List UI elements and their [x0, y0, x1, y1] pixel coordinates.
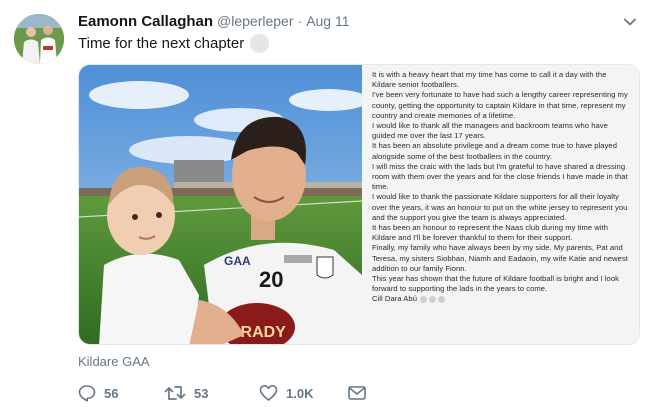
statement-paragraph: I will miss the craic with the lads but …	[372, 161, 628, 192]
like-button[interactable]: 1.0K	[259, 384, 313, 402]
jersey-number: 20	[259, 267, 283, 292]
author-avatar[interactable]	[14, 14, 64, 64]
separator-dot: ·	[297, 13, 303, 29]
message-button[interactable]	[347, 384, 367, 402]
reply-icon	[78, 385, 96, 402]
signoff-text: Cill Dara Abú	[372, 294, 417, 304]
statement-paragraph: Finally, my family who have always been …	[372, 243, 628, 273]
statement-paragraph: It is with a heavy heart that my time ha…	[372, 70, 607, 90]
emoji-dots-icon	[419, 294, 447, 304]
statement-paragraph: I've been very fortunate to have had suc…	[372, 90, 628, 120]
statement-text: It is with a heavy heart that my time ha…	[362, 65, 639, 344]
reply-button[interactable]: 56	[78, 384, 118, 402]
statement-paragraph: This year has shown that the future of K…	[372, 274, 619, 294]
author-handle[interactable]: @leperleper	[217, 13, 293, 29]
tweet-date[interactable]: Aug 11	[306, 13, 349, 29]
like-count: 1.0K	[286, 385, 314, 401]
tweet-header: Eamonn Callaghan @leperleper · Aug 11	[78, 13, 350, 30]
media-photo[interactable]: GAA 20 BRADY	[79, 65, 362, 344]
tweet-media[interactable]: GAA 20 BRADY It is with a heavy heart th…	[78, 64, 640, 345]
statement-paragraph: I would like to thank the passionate Kil…	[372, 192, 628, 222]
heart-icon	[259, 385, 278, 401]
statement-paragraph: It has been an absolute privilege and a …	[372, 141, 617, 161]
retweet-icon	[164, 386, 186, 400]
retweet-button[interactable]: 53	[164, 384, 208, 402]
reply-count: 56	[104, 385, 119, 401]
statement-paragraph: I would like to thank all the managers a…	[372, 121, 608, 141]
statement-paragraph: It has been an honour to represent the N…	[372, 223, 608, 243]
statement-signoff: Cill Dara Abú	[372, 294, 631, 304]
media-tag[interactable]: Kildare GAA	[78, 354, 150, 369]
envelope-icon	[348, 386, 366, 400]
retweet-count: 53	[194, 385, 209, 401]
jersey-brand: GAA	[224, 254, 251, 268]
chevron-down-icon[interactable]	[622, 14, 638, 30]
emoji-icon	[250, 34, 270, 53]
tweet-text: Time for the next chapter	[78, 34, 270, 53]
tweet-body: Time for the next chapter	[78, 35, 245, 52]
author-name[interactable]: Eamonn Callaghan	[78, 13, 213, 30]
